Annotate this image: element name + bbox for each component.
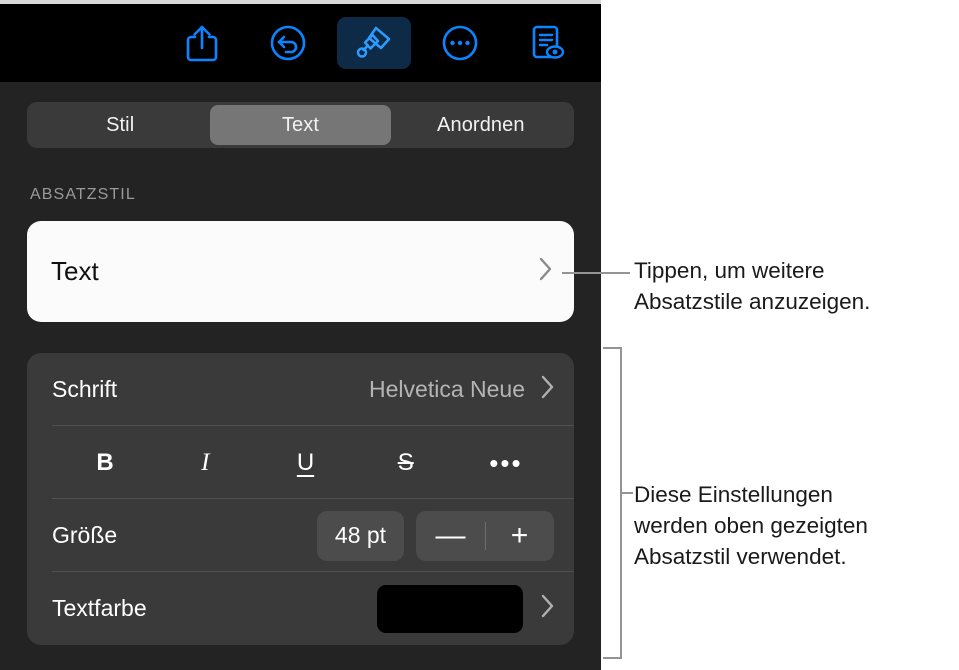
undo-icon <box>269 24 307 62</box>
paragraph-style-callout-text: Tippen, um weitere Absatzstile anzuzeige… <box>634 258 871 314</box>
more-circle-icon <box>441 24 479 62</box>
bracket-vertical-line <box>620 347 622 659</box>
format-brush-button[interactable] <box>337 17 411 69</box>
paragraph-style-value: Text <box>51 256 99 286</box>
callout-bracket-2 <box>603 347 622 659</box>
tab-text[interactable]: Text <box>210 105 391 145</box>
settings-callout-text: Diese Einstellungen werden oben gezeigte… <box>634 482 868 569</box>
tab-anordnen[interactable]: Anordnen <box>391 105 571 145</box>
tab-stil[interactable]: Stil <box>30 105 210 145</box>
text-color-swatch[interactable] <box>377 584 523 633</box>
chevron-right-icon <box>539 257 552 286</box>
top-toolbar <box>0 4 601 82</box>
callout-leader-line-2 <box>620 492 633 494</box>
text-color-row[interactable]: Textfarbe <box>27 572 574 645</box>
callout-leader-line-1 <box>562 272 630 274</box>
bold-button[interactable]: B <box>55 450 155 475</box>
font-value: Helvetica Neue <box>369 376 525 402</box>
underline-button[interactable]: U <box>255 450 355 475</box>
font-row[interactable]: Schrift Helvetica Neue <box>27 353 574 426</box>
font-size-stepper: — + <box>416 510 554 561</box>
italic-button[interactable]: I <box>155 450 255 475</box>
bracket-bottom-arm <box>603 657 622 659</box>
document-view-button[interactable] <box>509 17 583 69</box>
font-label: Schrift <box>52 376 118 402</box>
paintbrush-icon <box>355 24 393 62</box>
text-settings-card: Schrift Helvetica Neue B I U S ••• Größe… <box>27 353 574 645</box>
strikethrough-button[interactable]: S <box>356 450 456 475</box>
paragraph-style-row[interactable]: Text <box>27 221 574 322</box>
font-size-row: Größe 48 pt — + <box>27 499 574 572</box>
format-inspector-panel: Stil Text Anordnen ABSATZSTIL Text Schri… <box>0 0 601 670</box>
font-size-value[interactable]: 48 pt <box>317 510 404 561</box>
more-options-button[interactable] <box>423 17 497 69</box>
chevron-right-icon <box>541 594 554 623</box>
document-view-icon <box>528 24 564 62</box>
text-format-buttons-row: B I U S ••• <box>27 426 574 499</box>
font-size-decrement-button[interactable]: — <box>416 520 485 551</box>
stepper-separator <box>485 521 486 550</box>
inspector-tab-bar: Stil Text Anordnen <box>27 102 574 148</box>
font-size-label: Größe <box>52 522 118 548</box>
chevron-right-icon <box>541 375 554 404</box>
text-color-label: Textfarbe <box>52 595 147 621</box>
bracket-top-arm <box>603 347 622 349</box>
undo-button[interactable] <box>251 17 325 69</box>
font-size-increment-button[interactable]: + <box>485 520 554 551</box>
paragraph-style-section-label: ABSATZSTIL <box>30 186 136 203</box>
more-format-options-button[interactable]: ••• <box>456 450 556 476</box>
share-button[interactable] <box>165 17 239 69</box>
share-icon <box>185 24 219 62</box>
